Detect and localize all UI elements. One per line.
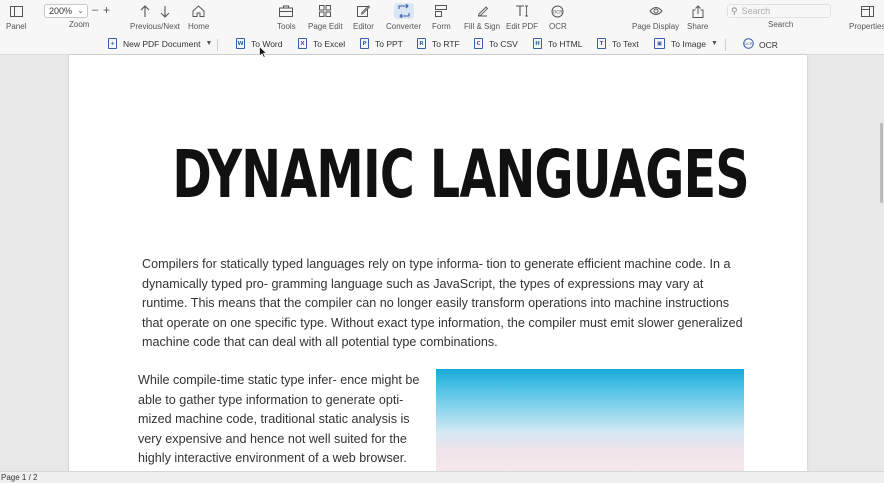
svg-text:OCR: OCR [553, 9, 563, 15]
to-ppt-button[interactable]: P To PPT [360, 38, 403, 49]
share-icon [692, 3, 704, 19]
form-label: Form [432, 22, 451, 31]
text-file-icon: T [597, 38, 606, 49]
paragraph: Compilers for statically typed languages… [142, 257, 743, 349]
to-excel-label: To Excel [313, 38, 346, 49]
properties-icon [860, 3, 874, 19]
share-label: Share [687, 22, 709, 31]
ocr-icon: OCR [551, 3, 564, 19]
zoom-value: 200% [49, 6, 73, 16]
properties-label: Properties [849, 22, 884, 31]
paragraph: While compile-time static type infer- en… [138, 373, 420, 465]
caret-down-icon: ▼ [710, 40, 718, 47]
fill-sign-label: Fill & Sign [464, 22, 501, 31]
excel-file-icon: X [298, 38, 307, 49]
editor-button[interactable]: Editor [353, 3, 374, 31]
converter-toolbar: + New PDF Document ▼ W To Word X To Exce… [0, 33, 884, 55]
ocr-label: OCR [549, 22, 567, 31]
zoom-label: Zoom [69, 20, 90, 29]
divider [725, 39, 726, 51]
caret-down-icon: ▼ [205, 40, 213, 47]
edit-pdf-button[interactable]: Edit PDF [506, 3, 538, 31]
rtf-file-icon: R [417, 38, 426, 49]
divider [217, 39, 218, 51]
to-text-label: To Text [612, 38, 639, 49]
toolbox-icon [279, 3, 294, 19]
search-placeholder: Search [741, 6, 771, 16]
html-file-icon: H [533, 38, 542, 49]
previous-next-button[interactable]: Previous/Next [130, 3, 180, 31]
editor-label: Editor [353, 22, 374, 31]
page-edit-label: Page Edit [308, 22, 343, 31]
ppt-file-icon: P [360, 38, 369, 49]
form-button[interactable]: Form [432, 3, 451, 31]
tools-button[interactable]: Tools [277, 3, 296, 31]
properties-button[interactable]: Properties [849, 3, 884, 31]
edit-pdf-label: Edit PDF [506, 22, 539, 31]
panel-button[interactable]: Panel [6, 3, 26, 31]
to-image-button[interactable]: ▣ To Image ▼ [654, 38, 718, 49]
fill-sign-button[interactable]: Fill & Sign [464, 3, 500, 31]
home-button[interactable]: Home [188, 3, 209, 31]
to-text-button[interactable]: T To Text [597, 38, 639, 49]
ocr-button[interactable]: OCR OCR [549, 3, 567, 31]
image-file-icon: ▣ [654, 38, 665, 49]
to-html-button[interactable]: H To HTML [533, 38, 582, 49]
to-rtf-label: To RTF [432, 38, 460, 49]
zoom-in-button[interactable]: + [103, 3, 110, 17]
convert-icon [393, 3, 414, 19]
page-indicator: Page 1 / 2 [1, 473, 38, 482]
ocr-convert-label: OCR [759, 39, 778, 50]
text-cursor-icon [515, 3, 529, 19]
previous-next-label: Previous/Next [130, 22, 180, 31]
zoom-select[interactable]: 200% ⌄ [44, 4, 88, 18]
converter-label: Converter [386, 22, 422, 31]
mouse-cursor-icon [259, 46, 267, 58]
home-icon [192, 3, 205, 19]
pencil-square-icon [356, 3, 370, 19]
ocr-convert-button[interactable]: OCR OCR [743, 38, 778, 51]
signature-icon [476, 3, 489, 19]
status-bar: Page 1 / 2 [0, 471, 884, 483]
panel-icon [9, 3, 23, 19]
document-title: DYNAMIC LANGUAGES [172, 136, 749, 213]
pdf-page: DYNAMIC LANGUAGES Compilers for statical… [69, 55, 807, 471]
zoom-out-button[interactable]: – [92, 4, 98, 16]
home-label: Home [188, 22, 210, 31]
converter-tab[interactable]: Converter [386, 3, 421, 31]
word-file-icon: W [236, 38, 245, 49]
form-icon [435, 3, 448, 19]
to-csv-button[interactable]: C To CSV [474, 38, 518, 49]
panel-label: Panel [6, 22, 27, 31]
document-viewport[interactable]: DYNAMIC LANGUAGES Compilers for statical… [0, 55, 884, 471]
main-toolbar: Panel 200% ⌄ – + Zoom Previous/Next Home… [0, 0, 884, 33]
new-document-icon: + [108, 38, 117, 49]
ocr-small-icon: OCR [743, 38, 754, 51]
page-display-label: Page Display [632, 22, 680, 31]
to-csv-label: To CSV [489, 38, 518, 49]
csv-file-icon: C [474, 38, 483, 49]
to-excel-button[interactable]: X To Excel [298, 38, 345, 49]
search-icon: ⚲ [731, 5, 738, 16]
chevron-down-icon: ⌄ [77, 6, 84, 15]
page-edit-button[interactable]: Page Edit [308, 3, 343, 31]
to-html-label: To HTML [548, 38, 583, 49]
svg-text:OCR: OCR [744, 41, 753, 46]
to-image-label: To Image [671, 38, 706, 49]
grid-icon [319, 3, 332, 19]
share-button[interactable]: Share [687, 3, 708, 31]
new-pdf-label: New PDF Document [123, 38, 201, 49]
tools-label: Tools [277, 22, 296, 31]
to-rtf-button[interactable]: R To RTF [417, 38, 460, 49]
page-display-button[interactable]: Page Display [632, 3, 679, 31]
vertical-scrollbar[interactable] [880, 123, 883, 203]
new-pdf-document-button[interactable]: + New PDF Document ▼ [108, 38, 212, 49]
search-input[interactable]: ⚲ Search [727, 4, 831, 18]
sky-photo [436, 369, 744, 471]
arrow-up-down-icon [139, 3, 171, 19]
to-ppt-label: To PPT [375, 38, 403, 49]
search-label: Search [768, 20, 794, 29]
eye-icon [648, 3, 663, 19]
